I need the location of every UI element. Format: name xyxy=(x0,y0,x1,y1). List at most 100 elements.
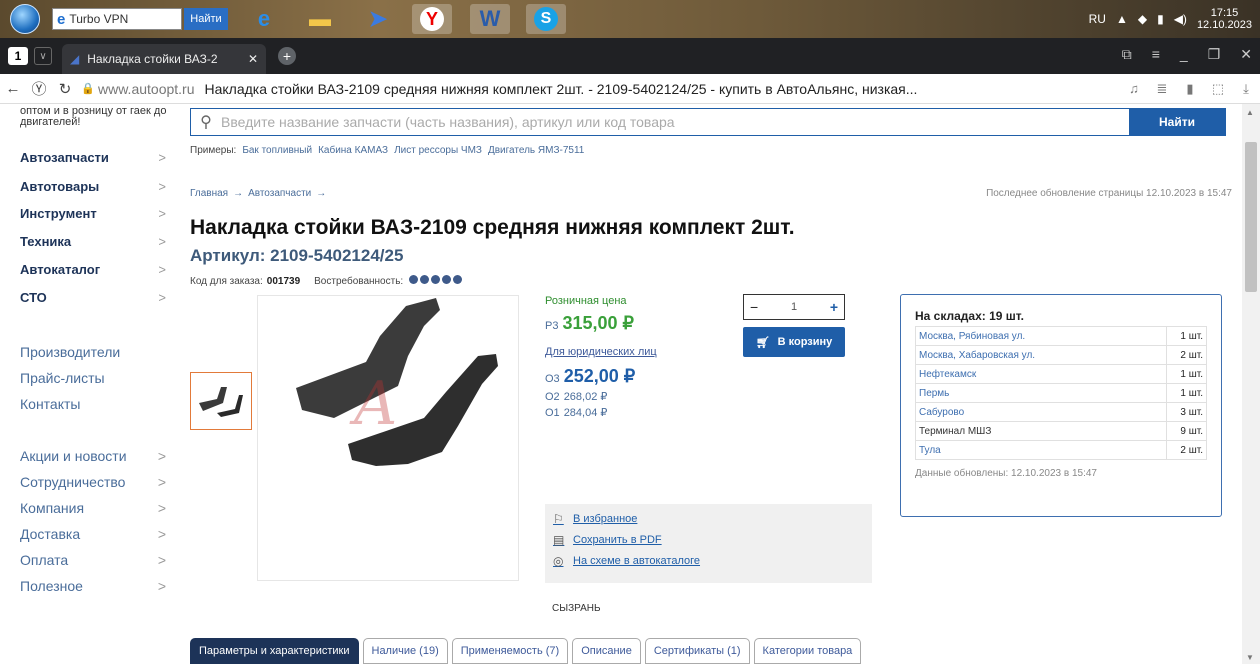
volume-icon[interactable]: ◀) xyxy=(1174,12,1187,26)
page-last-updated: Последнее обновление страницы 12.10.2023… xyxy=(986,188,1232,199)
warehouse-name[interactable]: Москва, Рябиновая ул. xyxy=(915,326,1167,346)
new-tab-button[interactable]: + xyxy=(278,47,296,65)
product-thumbnail[interactable] xyxy=(190,372,252,430)
chevron-right-icon: > xyxy=(157,448,166,464)
tab-certificates[interactable]: Сертификаты (1) xyxy=(644,638,750,664)
lock-icon[interactable]: 🔒 xyxy=(78,82,98,95)
sidebar-link-delivery[interactable]: Доставка > xyxy=(20,526,166,542)
file-explorer-icon[interactable]: ▬ xyxy=(300,4,340,34)
sidebar: оптом и в розницу от гаек до двигателей!… xyxy=(0,104,176,664)
minimize-icon[interactable]: _ xyxy=(1180,46,1188,63)
sidebar-link-payment[interactable]: Оплата > xyxy=(20,552,166,568)
sidebar-item-label: Полезное xyxy=(20,578,83,594)
sidebar-item-tools[interactable]: Инструмент > xyxy=(20,206,166,221)
warehouse-name[interactable]: Нефтекамск xyxy=(915,364,1167,384)
search-button[interactable]: Найти xyxy=(1129,109,1225,135)
scroll-thumb[interactable] xyxy=(1245,142,1257,292)
minus-button[interactable]: − xyxy=(750,299,758,315)
sidebar-link-cooperation[interactable]: Сотрудничество > xyxy=(20,474,166,490)
tab-counter[interactable]: 1 xyxy=(8,47,28,65)
yandex-browser-icon[interactable]: Y xyxy=(412,4,452,34)
svg-text:A: A xyxy=(349,369,397,439)
tray-expand-icon[interactable]: ▲ xyxy=(1116,12,1128,26)
sidebar-item-label: Автотовары xyxy=(20,179,100,194)
sidebar-item-autocatalog[interactable]: Автокаталог > xyxy=(20,262,166,277)
internet-explorer-icon[interactable]: e xyxy=(244,4,284,34)
warehouse-name[interactable]: Сабурово xyxy=(915,402,1167,422)
quantity-value[interactable]: 1 xyxy=(791,301,797,313)
sidebar-item-service[interactable]: СТО > xyxy=(20,290,166,305)
product-tabs: Параметры и характеристики Наличие (19) … xyxy=(190,638,862,664)
vpn-search-box[interactable]: e Turbo VPN xyxy=(52,8,182,30)
downloads-icon[interactable]: ⤓ xyxy=(1232,81,1260,97)
close-tab-icon[interactable]: ✕ xyxy=(248,52,258,66)
sidebar-item-autogoods[interactable]: Автотовары > xyxy=(20,179,166,194)
language-indicator[interactable]: RU xyxy=(1089,12,1106,26)
warehouse-name[interactable]: Тула xyxy=(915,440,1167,460)
example-link[interactable]: Бак топливный xyxy=(242,145,312,156)
sidebar-item-machinery[interactable]: Техника > xyxy=(20,234,166,249)
add-to-favorites-link[interactable]: ⚐ В избранное xyxy=(553,512,864,526)
skype-icon[interactable]: S xyxy=(526,4,566,34)
example-link[interactable]: Лист рессоры ЧМЗ xyxy=(394,145,482,156)
chevron-right-icon: > xyxy=(158,234,166,249)
breadcrumb-home[interactable]: Главная xyxy=(190,188,228,199)
save-pdf-link[interactable]: ▤ Сохранить в PDF xyxy=(553,533,864,547)
warehouse-name[interactable]: Москва, Хабаровская ул. xyxy=(915,345,1167,365)
collections-icon[interactable]: ⧉ xyxy=(1122,46,1132,63)
sidebar-slogan: оптом и в розницу от гаек до двигателей! xyxy=(20,105,167,128)
close-window-icon[interactable]: ✕ xyxy=(1240,46,1252,63)
battery-icon[interactable]: ▮ xyxy=(1157,12,1164,26)
jur-price-label[interactable]: Для юридических лиц xyxy=(545,346,735,358)
download-manager-icon[interactable]: ➤ xyxy=(358,4,398,34)
start-button[interactable] xyxy=(10,4,40,34)
search-input[interactable] xyxy=(221,109,1129,135)
product-image[interactable]: A xyxy=(257,295,519,581)
sidebar-link-news[interactable]: Акции и новости > xyxy=(20,448,166,464)
example-link[interactable]: Кабина КАМАЗ xyxy=(318,145,388,156)
tab-availability[interactable]: Наличие (19) xyxy=(362,638,448,664)
sidebar-link-contacts[interactable]: Контакты xyxy=(20,396,166,412)
bookmark-icon[interactable]: ▮ xyxy=(1176,81,1204,97)
sidebar-item-autoparts[interactable]: Автозапчасти > xyxy=(20,150,166,165)
warehouse-qty: 3 шт. xyxy=(1166,402,1207,422)
breadcrumb-autoparts[interactable]: Автозапчасти xyxy=(248,188,311,199)
headphones-icon[interactable]: ♫ xyxy=(1120,81,1148,96)
extensions-icon[interactable]: ⬚ xyxy=(1204,81,1232,97)
tab-applicability[interactable]: Применяемость (7) xyxy=(451,638,569,664)
sidebar-link-useful[interactable]: Полезное > xyxy=(20,578,166,594)
page-scrollbar[interactable]: ▲ ▼ xyxy=(1242,104,1260,664)
sidebar-item-label: Техника xyxy=(20,234,72,249)
tab-active[interactable]: ◢ Накладка стойки ВАЗ-2 ✕ xyxy=(62,44,266,74)
menu-icon[interactable]: ≡ xyxy=(1152,46,1160,63)
taskbar-find-button[interactable]: Найти xyxy=(184,8,228,30)
catalog-scheme-link[interactable]: ◎ На схеме в автокаталоге xyxy=(553,554,864,568)
network-icon[interactable]: ◆ xyxy=(1138,12,1147,26)
clock[interactable]: 17:15 12.10.2023 xyxy=(1197,7,1252,31)
tab-parameters[interactable]: Параметры и характеристики xyxy=(190,638,359,664)
table-row: Терминал МШЗ 9 шт. xyxy=(915,421,1207,441)
scroll-down-icon[interactable]: ▼ xyxy=(1246,653,1254,662)
chevron-right-icon: > xyxy=(157,474,166,490)
warehouse-name[interactable]: Пермь xyxy=(915,383,1167,403)
order-code-label: Код для заказа: xyxy=(190,275,263,287)
yandex-home-icon[interactable]: Ⓨ xyxy=(26,78,52,99)
url-domain[interactable]: www.autoopt.ru xyxy=(98,81,195,97)
url-page-title[interactable]: Накладка стойки ВАЗ-2109 средняя нижняя … xyxy=(205,81,1121,97)
sidebar-link-pricelists[interactable]: Прайс-листы xyxy=(20,370,166,386)
plus-button[interactable]: + xyxy=(830,299,838,315)
example-link[interactable]: Двигатель ЯМЗ-7511 xyxy=(488,145,584,156)
add-to-cart-button[interactable]: 🛒︎ В корзину xyxy=(743,327,845,357)
manufacturer-city: СЫЗРАНЬ xyxy=(552,603,601,614)
reload-icon[interactable]: ↻ xyxy=(52,80,78,98)
tab-description[interactable]: Описание xyxy=(572,638,641,664)
sidebar-link-company[interactable]: Компания > xyxy=(20,500,166,516)
reader-mode-icon[interactable]: ≣ xyxy=(1148,81,1176,97)
word-icon[interactable]: W xyxy=(470,4,510,34)
restore-icon[interactable]: ❐ xyxy=(1208,46,1221,63)
sidebar-link-manufacturers[interactable]: Производители xyxy=(20,344,166,360)
tab-categories[interactable]: Категории товара xyxy=(753,638,862,664)
back-arrow-icon[interactable]: ← xyxy=(0,80,26,97)
scroll-up-icon[interactable]: ▲ xyxy=(1246,108,1254,117)
tab-menu-chevron-icon[interactable]: ∨ xyxy=(34,47,52,65)
